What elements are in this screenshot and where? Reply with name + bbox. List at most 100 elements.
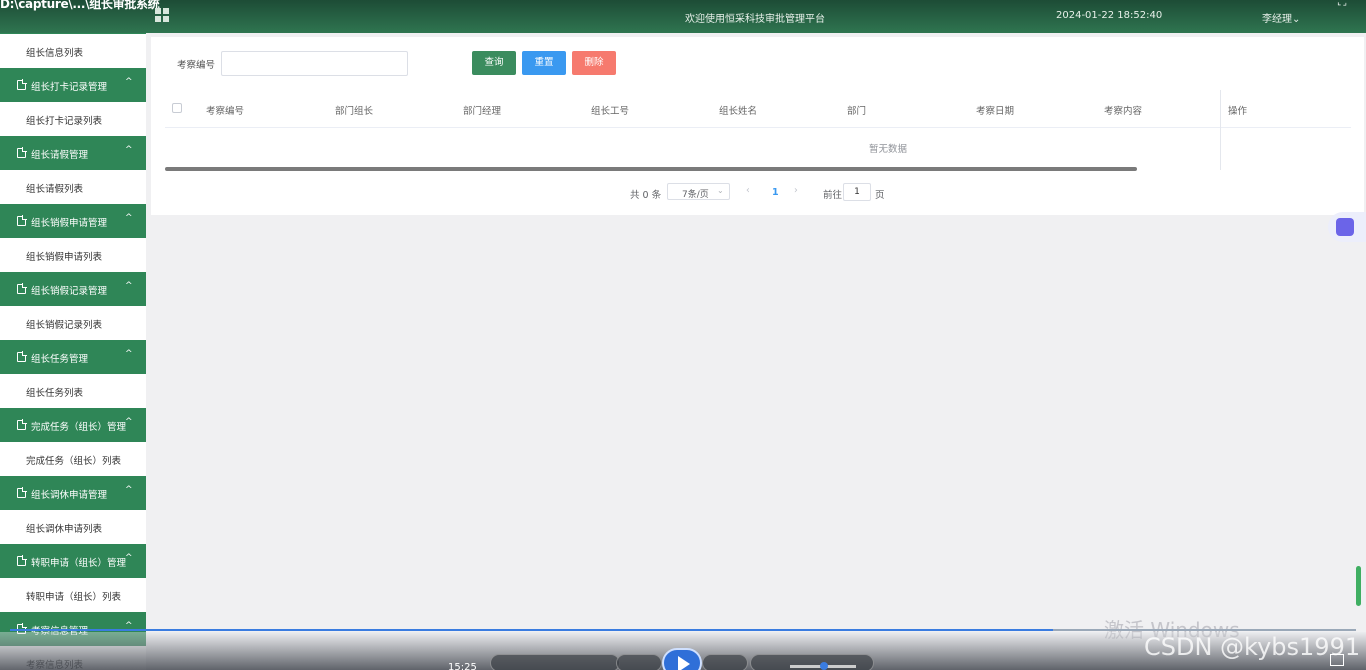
current-datetime: 2024-01-22 18:52:40: [1056, 10, 1163, 21]
sidebar-item[interactable]: 组长销假记录列表: [0, 306, 146, 340]
fullscreen-icon[interactable]: ⛶: [1338, 0, 1356, 8]
expand-icon[interactable]: [1330, 654, 1344, 666]
column-header[interactable]: 组长工号: [591, 103, 629, 117]
chevron-up-icon: ^: [125, 213, 133, 223]
chevron-up-icon: ^: [125, 417, 133, 427]
document-icon: [17, 215, 27, 226]
sidebar: 组长信息管理^组长信息列表组长打卡记录管理^组长打卡记录列表组长请假管理^组长请…: [0, 0, 146, 670]
player-controls-left[interactable]: [490, 654, 620, 670]
sidebar-group-header[interactable]: 转职申请（组长）管理 ^: [0, 544, 146, 578]
goto-label: 前往: [823, 190, 843, 201]
column-header[interactable]: 部门组长: [335, 103, 373, 117]
sidebar-item-label: 完成任务（组长）列表: [26, 456, 122, 467]
top-header: D:\capture\...\组长审批系统 欢迎使用恒采科技审批管理平台 202…: [0, 0, 1366, 33]
pagination-total: 共 0 条: [630, 190, 662, 201]
page-size-value: 7条/页: [682, 190, 709, 200]
sidebar-group-header[interactable]: 组长请假管理 ^: [0, 136, 146, 170]
sidebar-item[interactable]: 转职申请（组长）列表: [0, 578, 146, 612]
prev-page-button[interactable]: ‹: [746, 185, 750, 196]
next-page-button[interactable]: ›: [794, 185, 798, 196]
column-header[interactable]: 考察日期: [976, 103, 1014, 117]
window-title: D:\capture\...\组长审批系统: [0, 0, 160, 11]
sidebar-group-header[interactable]: 组长打卡记录管理 ^: [0, 68, 146, 102]
content-card: 考察编号 查询 重置 删除 考察编号 部门组长 部门经理 组长工号 组长姓名 部…: [151, 37, 1364, 215]
fast-forward-button[interactable]: [702, 654, 748, 670]
current-page-number[interactable]: 1: [772, 187, 779, 198]
sidebar-group-header[interactable]: 组长任务管理 ^: [0, 340, 146, 374]
search-label: 考察编号: [177, 60, 216, 71]
play-button[interactable]: [662, 648, 702, 670]
column-header[interactable]: 考察编号: [206, 103, 244, 117]
rewind-button[interactable]: [616, 654, 662, 670]
assistant-icon: [1336, 218, 1354, 236]
column-header: 操作: [1228, 106, 1248, 117]
vertical-scrollbar[interactable]: [1356, 566, 1361, 606]
sidebar-group-label: 组长调休申请管理: [31, 490, 108, 501]
menu-grid-icon[interactable]: [155, 8, 169, 22]
page-suffix: 页: [875, 190, 885, 201]
document-icon: [17, 351, 27, 362]
sidebar-item-label: 组长请假列表: [26, 184, 84, 195]
welcome-text: 欢迎使用恒采科技审批管理平台: [685, 14, 825, 25]
video-time: 15:25: [448, 662, 477, 670]
chevron-down-icon: ⌄: [1292, 14, 1301, 25]
goto-page-input[interactable]: 1: [843, 183, 871, 201]
sidebar-group-header[interactable]: 组长销假申请管理 ^: [0, 204, 146, 238]
chevron-up-icon: ^: [125, 145, 133, 155]
search-input[interactable]: [221, 51, 408, 76]
chevron-up-icon: ^: [125, 77, 133, 87]
chevron-down-icon: ⌄: [717, 186, 724, 195]
sidebar-item[interactable]: 组长打卡记录列表: [0, 102, 146, 136]
sidebar-item-label: 转职申请（组长）列表: [26, 592, 122, 603]
volume-slider[interactable]: [790, 662, 856, 670]
document-icon: [17, 419, 27, 430]
sidebar-group-label: 转职申请（组长）管理: [31, 558, 127, 569]
column-header[interactable]: 组长姓名: [719, 103, 757, 117]
column-header[interactable]: 部门经理: [463, 103, 501, 117]
column-header[interactable]: 考察内容: [1104, 103, 1142, 117]
sidebar-item[interactable]: 组长调休申请列表: [0, 510, 146, 544]
horizontal-scrollbar[interactable]: [165, 167, 1137, 171]
sidebar-group-header[interactable]: 组长调休申请管理 ^: [0, 476, 146, 510]
user-menu[interactable]: 李经理⌄: [1262, 10, 1300, 25]
sidebar-item[interactable]: 组长任务列表: [0, 374, 146, 408]
reset-button[interactable]: 重置: [522, 51, 566, 75]
sidebar-item-label: 组长打卡记录列表: [26, 116, 103, 127]
empty-table-text: 暂无数据: [869, 144, 908, 155]
sidebar-group-label: 组长销假记录管理: [31, 286, 108, 297]
sidebar-item-label: 组长调休申请列表: [26, 524, 103, 535]
document-icon: [17, 147, 27, 158]
sidebar-group-label: 组长打卡记录管理: [31, 82, 108, 93]
chevron-up-icon: ^: [125, 553, 133, 563]
chevron-up-icon: ^: [125, 485, 133, 495]
sidebar-item-label: 组长销假申请列表: [26, 252, 103, 263]
sidebar-item-label: 组长任务列表: [26, 388, 84, 399]
sidebar-item-label: 组长销假记录列表: [26, 320, 103, 331]
sidebar-group-label: 组长销假申请管理: [31, 218, 108, 229]
sidebar-group-header[interactable]: 组长销假记录管理 ^: [0, 272, 146, 306]
document-icon: [17, 79, 27, 90]
sidebar-item[interactable]: 组长请假列表: [0, 170, 146, 204]
table-header: 考察编号 部门组长 部门经理 组长工号 组长姓名 部门 考察日期 考察内容 操作: [165, 90, 1351, 128]
user-name: 李经理: [1262, 14, 1292, 25]
sidebar-group-header[interactable]: 完成任务（组长）管理 ^: [0, 408, 146, 442]
query-button[interactable]: 查询: [472, 51, 516, 75]
document-icon: [17, 487, 27, 498]
floating-assistant-button[interactable]: [1328, 212, 1366, 242]
video-progress-fill: [10, 629, 1053, 631]
select-all-checkbox[interactable]: [172, 103, 182, 113]
document-icon: [17, 555, 27, 566]
chevron-up-icon: ^: [125, 349, 133, 359]
sidebar-item[interactable]: 完成任务（组长）列表: [0, 442, 146, 476]
sidebar-group-label: 组长请假管理: [31, 150, 89, 161]
sidebar-group-label: 组长任务管理: [31, 354, 89, 365]
csdn-watermark: CSDN @kybs1991: [1144, 633, 1361, 661]
page-size-select[interactable]: 7条/页 ⌄: [667, 183, 730, 200]
column-header[interactable]: 部门: [847, 103, 866, 117]
sidebar-group-label: 完成任务（组长）管理: [31, 422, 127, 433]
sidebar-item[interactable]: 组长销假申请列表: [0, 238, 146, 272]
chevron-up-icon: ^: [125, 281, 133, 291]
delete-button[interactable]: 删除: [572, 51, 616, 75]
sidebar-item-label: 组长信息列表: [26, 48, 84, 59]
sidebar-item[interactable]: 组长信息列表: [0, 34, 146, 68]
